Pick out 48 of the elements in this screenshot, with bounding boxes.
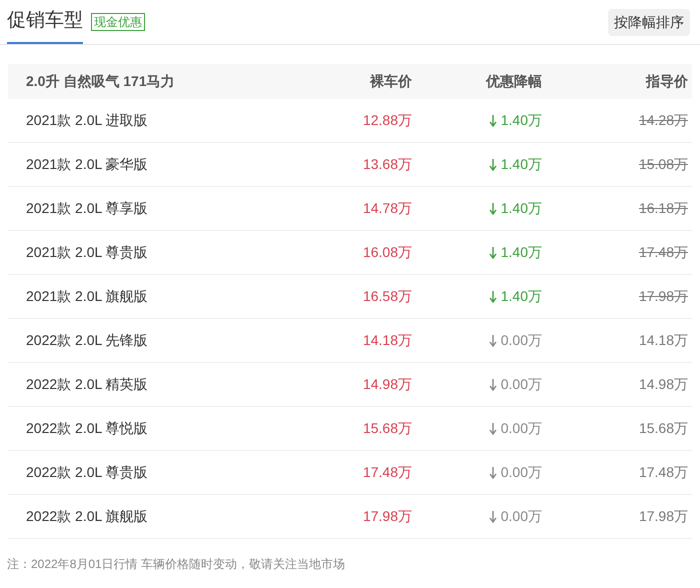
table-cell-text: 2021款 2.0L 尊享版	[25, 199, 149, 218]
table-cell-text: 17.48万	[362, 463, 413, 482]
table-cell-text: 12.88万	[362, 111, 413, 130]
table-cell-text: 15.68万	[362, 419, 413, 438]
table-cell-text: 2021款 2.0L 旗舰版	[25, 287, 149, 306]
table-cell-text: 1.40万	[500, 155, 542, 174]
table-cell-text: 14.78万	[362, 199, 413, 218]
promo-badge: 现金优惠	[91, 13, 145, 31]
table-cell-text: 17.98万	[362, 507, 413, 526]
table-cell-text: 1.40万	[500, 199, 542, 218]
table-cell-text: 2021款 2.0L 尊贵版	[25, 243, 149, 262]
table-cell-text: 17.48万	[638, 463, 689, 482]
sort-button[interactable]: 按降幅排序	[608, 8, 690, 36]
table-cell-text: 2021款 2.0L 进取版	[25, 111, 149, 130]
table-cell-text: 2022款 2.0L 尊悦版	[25, 419, 149, 438]
table-cell-text: 14.98万	[638, 375, 689, 394]
table-cell-text: 13.68万	[362, 155, 413, 174]
tab[interactable]: 促销车型	[7, 0, 83, 44]
table-cell-text: 15.68万	[638, 419, 689, 438]
table-cell-text: 1.40万	[500, 287, 542, 306]
table-cell-text: 0.00万	[500, 507, 542, 526]
table-cell-text: 14.98万	[362, 375, 413, 394]
column-header: 优惠降幅	[484, 72, 543, 91]
table-cell-text: 16.58万	[362, 287, 413, 306]
table-cell-text: 17.98万	[638, 507, 689, 526]
table-cell-text: 0.00万	[500, 463, 542, 482]
table-cell-text: 1.40万	[500, 111, 542, 130]
table-cell-text: 14.18万	[362, 331, 413, 350]
table-cell-text: 0.00万	[500, 419, 542, 438]
table-cell-text: 2022款 2.0L 旗舰版	[25, 507, 149, 526]
table-cell-text: 2022款 2.0L 尊贵版	[25, 463, 149, 482]
table-cell-text: 16.18万	[638, 199, 689, 218]
table-cell-text: 17.48万	[638, 243, 689, 262]
table-cell-text: 0.00万	[500, 375, 542, 394]
table-cell-text: 1.40万	[500, 243, 542, 262]
table-cell-text: 14.28万	[638, 111, 689, 130]
footnote: 注：2022年8月01日行情 车辆价格随时变动，敬请关注当地市场	[6, 556, 346, 573]
table-cell-text: 0.00万	[500, 331, 542, 350]
column-header: 裸车价	[368, 72, 413, 91]
column-header: 指导价	[644, 72, 689, 91]
table-cell-text: 17.98万	[638, 287, 689, 306]
table-cell-text: 2021款 2.0L 豪华版	[25, 155, 149, 174]
table-cell-text: 2022款 2.0L 精英版	[25, 375, 149, 394]
table-cell-text: 16.08万	[362, 243, 413, 262]
table-cell-text: 2022款 2.0L 先锋版	[25, 331, 149, 350]
table-cell-text: 15.08万	[638, 155, 689, 174]
column-header: 2.0升 自然吸气 171马力	[25, 72, 176, 91]
table-cell-text: 14.18万	[638, 331, 689, 350]
